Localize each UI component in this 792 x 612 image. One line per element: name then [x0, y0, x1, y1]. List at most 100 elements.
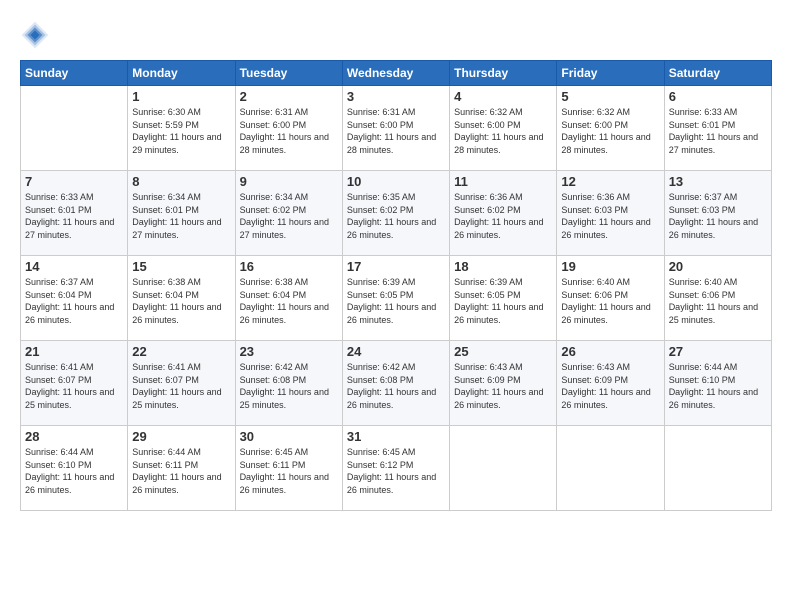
day-number: 20 — [669, 259, 767, 274]
day-header-sunday: Sunday — [21, 61, 128, 86]
day-number: 16 — [240, 259, 338, 274]
calendar-cell: 4 Sunrise: 6:32 AMSunset: 6:00 PMDaylight… — [450, 86, 557, 171]
day-number: 26 — [561, 344, 659, 359]
day-number: 19 — [561, 259, 659, 274]
header-row: SundayMondayTuesdayWednesdayThursdayFrid… — [21, 61, 772, 86]
calendar-cell: 31 Sunrise: 6:45 AMSunset: 6:12 PMDayligh… — [342, 426, 449, 511]
calendar-cell: 27Sunrise: 6:44 AMSunset: 6:10 PMDayligh… — [664, 341, 771, 426]
calendar: SundayMondayTuesdayWednesdayThursdayFrid… — [20, 60, 772, 511]
day-info: Sunrise: 6:33 AMSunset: 6:01 PMDaylight:… — [669, 106, 767, 156]
day-number: 5 — [561, 89, 659, 104]
week-row-1: 1 Sunrise: 6:30 AMSunset: 5:59 PMDaylight… — [21, 86, 772, 171]
calendar-cell: 28Sunrise: 6:44 AMSunset: 6:10 PMDayligh… — [21, 426, 128, 511]
calendar-cell: 6 Sunrise: 6:33 AMSunset: 6:01 PMDaylight… — [664, 86, 771, 171]
week-row-4: 21 Sunrise: 6:41 AMSunset: 6:07 PMDayligh… — [21, 341, 772, 426]
calendar-cell: 29 Sunrise: 6:44 AMSunset: 6:11 PMDayligh… — [128, 426, 235, 511]
week-row-2: 7 Sunrise: 6:33 AMSunset: 6:01 PMDaylight… — [21, 171, 772, 256]
day-info: Sunrise: 6:45 AMSunset: 6:12 PMDaylight:… — [347, 446, 445, 496]
day-number: 11 — [454, 174, 552, 189]
day-info: Sunrise: 6:41 AMSunset: 6:07 PMDaylight:… — [132, 361, 230, 411]
day-info: Sunrise: 6:35 AMSunset: 6:02 PMDaylight:… — [347, 191, 445, 241]
day-number: 9 — [240, 174, 338, 189]
day-info: Sunrise: 6:37 AMSunset: 6:03 PMDaylight:… — [669, 191, 767, 241]
calendar-cell: 20Sunrise: 6:40 AMSunset: 6:06 PMDayligh… — [664, 256, 771, 341]
calendar-cell: 11 Sunrise: 6:36 AMSunset: 6:02 PMDayligh… — [450, 171, 557, 256]
calendar-cell: 9 Sunrise: 6:34 AMSunset: 6:02 PMDaylight… — [235, 171, 342, 256]
calendar-header: SundayMondayTuesdayWednesdayThursdayFrid… — [21, 61, 772, 86]
day-number: 15 — [132, 259, 230, 274]
day-info: Sunrise: 6:36 AMSunset: 6:03 PMDaylight:… — [561, 191, 659, 241]
day-header-thursday: Thursday — [450, 61, 557, 86]
day-info: Sunrise: 6:44 AMSunset: 6:11 PMDaylight:… — [132, 446, 230, 496]
calendar-cell: 30 Sunrise: 6:45 AMSunset: 6:11 PMDayligh… — [235, 426, 342, 511]
day-number: 28 — [25, 429, 123, 444]
calendar-body: 1 Sunrise: 6:30 AMSunset: 5:59 PMDaylight… — [21, 86, 772, 511]
calendar-cell: 7 Sunrise: 6:33 AMSunset: 6:01 PMDaylight… — [21, 171, 128, 256]
day-number: 10 — [347, 174, 445, 189]
calendar-cell: 15Sunrise: 6:38 AMSunset: 6:04 PMDayligh… — [128, 256, 235, 341]
day-info: Sunrise: 6:37 AMSunset: 6:04 PMDaylight:… — [25, 276, 123, 326]
day-header-monday: Monday — [128, 61, 235, 86]
day-number: 7 — [25, 174, 123, 189]
calendar-cell: 5 Sunrise: 6:32 AMSunset: 6:00 PMDaylight… — [557, 86, 664, 171]
day-number: 21 — [25, 344, 123, 359]
calendar-cell: 16 Sunrise: 6:38 AMSunset: 6:04 PMDayligh… — [235, 256, 342, 341]
calendar-cell: 2 Sunrise: 6:31 AMSunset: 6:00 PMDaylight… — [235, 86, 342, 171]
calendar-cell: 24 Sunrise: 6:42 AMSunset: 6:08 PMDayligh… — [342, 341, 449, 426]
calendar-cell: 26Sunrise: 6:43 AMSunset: 6:09 PMDayligh… — [557, 341, 664, 426]
day-header-wednesday: Wednesday — [342, 61, 449, 86]
day-number: 1 — [132, 89, 230, 104]
day-info: Sunrise: 6:32 AMSunset: 6:00 PMDaylight:… — [561, 106, 659, 156]
day-info: Sunrise: 6:31 AMSunset: 6:00 PMDaylight:… — [240, 106, 338, 156]
calendar-cell: 10 Sunrise: 6:35 AMSunset: 6:02 PMDayligh… — [342, 171, 449, 256]
day-number: 13 — [669, 174, 767, 189]
day-number: 23 — [240, 344, 338, 359]
day-number: 31 — [347, 429, 445, 444]
week-row-3: 14 Sunrise: 6:37 AMSunset: 6:04 PMDayligh… — [21, 256, 772, 341]
calendar-cell: 3 Sunrise: 6:31 AMSunset: 6:00 PMDaylight… — [342, 86, 449, 171]
day-number: 30 — [240, 429, 338, 444]
day-info: Sunrise: 6:39 AMSunset: 6:05 PMDaylight:… — [347, 276, 445, 326]
logo — [20, 20, 54, 50]
calendar-cell: 23Sunrise: 6:42 AMSunset: 6:08 PMDayligh… — [235, 341, 342, 426]
calendar-cell: 8 Sunrise: 6:34 AMSunset: 6:01 PMDaylight… — [128, 171, 235, 256]
day-info: Sunrise: 6:31 AMSunset: 6:00 PMDaylight:… — [347, 106, 445, 156]
day-info: Sunrise: 6:36 AMSunset: 6:02 PMDaylight:… — [454, 191, 552, 241]
day-number: 29 — [132, 429, 230, 444]
day-info: Sunrise: 6:32 AMSunset: 6:00 PMDaylight:… — [454, 106, 552, 156]
calendar-cell — [557, 426, 664, 511]
day-info: Sunrise: 6:43 AMSunset: 6:09 PMDaylight:… — [454, 361, 552, 411]
day-number: 24 — [347, 344, 445, 359]
calendar-cell: 25 Sunrise: 6:43 AMSunset: 6:09 PMDayligh… — [450, 341, 557, 426]
day-info: Sunrise: 6:42 AMSunset: 6:08 PMDaylight:… — [347, 361, 445, 411]
calendar-cell: 22 Sunrise: 6:41 AMSunset: 6:07 PMDayligh… — [128, 341, 235, 426]
day-info: Sunrise: 6:39 AMSunset: 6:05 PMDaylight:… — [454, 276, 552, 326]
calendar-cell: 12 Sunrise: 6:36 AMSunset: 6:03 PMDayligh… — [557, 171, 664, 256]
day-number: 4 — [454, 89, 552, 104]
day-number: 14 — [25, 259, 123, 274]
day-info: Sunrise: 6:34 AMSunset: 6:01 PMDaylight:… — [132, 191, 230, 241]
week-row-5: 28Sunrise: 6:44 AMSunset: 6:10 PMDayligh… — [21, 426, 772, 511]
day-header-saturday: Saturday — [664, 61, 771, 86]
calendar-cell: 1 Sunrise: 6:30 AMSunset: 5:59 PMDaylight… — [128, 86, 235, 171]
day-info: Sunrise: 6:33 AMSunset: 6:01 PMDaylight:… — [25, 191, 123, 241]
day-info: Sunrise: 6:38 AMSunset: 6:04 PMDaylight:… — [240, 276, 338, 326]
calendar-cell — [450, 426, 557, 511]
calendar-cell: 19Sunrise: 6:40 AMSunset: 6:06 PMDayligh… — [557, 256, 664, 341]
calendar-cell — [21, 86, 128, 171]
day-number: 6 — [669, 89, 767, 104]
page: SundayMondayTuesdayWednesdayThursdayFrid… — [0, 0, 792, 612]
calendar-cell: 13 Sunrise: 6:37 AMSunset: 6:03 PMDayligh… — [664, 171, 771, 256]
day-number: 17 — [347, 259, 445, 274]
day-number: 12 — [561, 174, 659, 189]
day-number: 2 — [240, 89, 338, 104]
day-number: 3 — [347, 89, 445, 104]
calendar-cell: 18Sunrise: 6:39 AMSunset: 6:05 PMDayligh… — [450, 256, 557, 341]
day-info: Sunrise: 6:34 AMSunset: 6:02 PMDaylight:… — [240, 191, 338, 241]
day-info: Sunrise: 6:30 AMSunset: 5:59 PMDaylight:… — [132, 106, 230, 156]
day-number: 8 — [132, 174, 230, 189]
day-info: Sunrise: 6:45 AMSunset: 6:11 PMDaylight:… — [240, 446, 338, 496]
calendar-cell: 21Sunrise: 6:41 AMSunset: 6:07 PMDayligh… — [21, 341, 128, 426]
day-number: 22 — [132, 344, 230, 359]
day-number: 25 — [454, 344, 552, 359]
